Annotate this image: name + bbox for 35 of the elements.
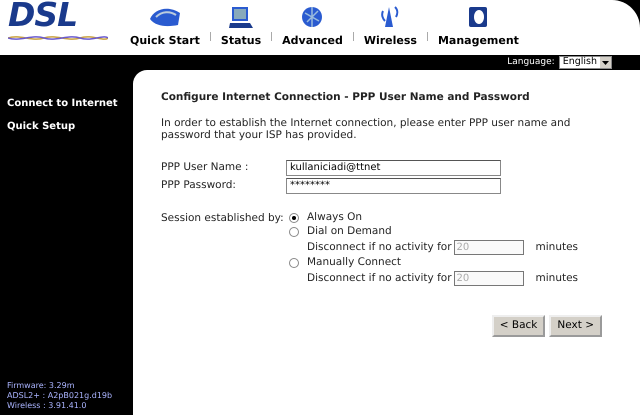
intro-text: In order to establish the Internet connection, please enter PPP user name and password that your ISP has provided. [161, 116, 572, 142]
next-button[interactable]: Next > [549, 314, 602, 337]
unit-label: minutes [536, 270, 578, 286]
option-label: Always On [307, 210, 362, 226]
caret-icon [600, 57, 611, 68]
language-label: Language: [507, 56, 555, 69]
unit-label: minutes [536, 240, 578, 255]
version-text: Wireless : 3.91.41.0 [7, 401, 88, 411]
version-text: ADSL2+ : A2pB021g.d19b [7, 391, 114, 401]
logo-text: DSL [8, 0, 78, 32]
option-label: Manually Connect [307, 255, 402, 270]
radio-button[interactable] [289, 226, 299, 237]
wave-icon [8, 34, 108, 42]
laptop-icon [228, 4, 254, 28]
radio-button[interactable] [289, 212, 299, 223]
version-text: Firmware: 3.29m [7, 381, 76, 391]
language-select[interactable]: English [558, 56, 612, 69]
timeout-label: Disconnect if no activity for [307, 270, 452, 286]
form-title: Configure Internet Connection - PPP User Name and Password [161, 90, 531, 105]
sidebar-item[interactable]: Connect to Internet [7, 96, 133, 111]
session-label: Session established by: [161, 210, 285, 226]
field-label: PPP Password: [161, 178, 237, 194]
nav-link[interactable]: Quick Start [120, 4, 210, 49]
nav-link[interactable]: Wireless [354, 2, 427, 49]
back-button[interactable]: < Back [492, 314, 546, 337]
input-field[interactable]: ******** [286, 178, 501, 194]
option-label: Dial on Demand [307, 224, 392, 240]
field-label: PPP User Name : [161, 160, 250, 176]
radio-button[interactable] [289, 258, 299, 268]
nav-link[interactable]: Status [210, 4, 272, 49]
nav-link[interactable]: Advanced [272, 4, 353, 49]
input-field[interactable]: kullaniciadi@ttnet [286, 160, 501, 176]
sidebar-item[interactable]: Quick Setup [7, 119, 133, 134]
nav-link[interactable]: Management [428, 4, 529, 49]
timeout-label: Disconnect if no activity for [307, 240, 452, 255]
